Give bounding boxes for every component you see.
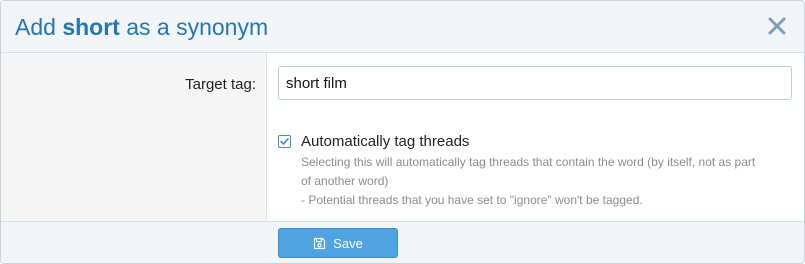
- close-button[interactable]: [765, 14, 789, 38]
- hint-line: - Potential threads that you have set to…: [301, 193, 643, 207]
- label-column: Target tag:: [1, 53, 267, 221]
- target-tag-label: Target tag:: [185, 76, 256, 93]
- auto-tag-checkbox[interactable]: [278, 135, 291, 148]
- save-icon: [313, 237, 326, 250]
- title-suffix: as a synonym: [119, 14, 269, 40]
- dialog-title: Add short as a synonym: [15, 13, 268, 41]
- dialog-header: Add short as a synonym: [1, 1, 804, 53]
- hint-line: of another word): [301, 174, 389, 188]
- target-tag-input[interactable]: [278, 66, 792, 100]
- form-body: Target tag: Automatically tag threads Se…: [1, 53, 804, 221]
- close-icon: [765, 14, 789, 38]
- title-term: short: [62, 14, 120, 40]
- synonym-dialog: Add short as a synonym Target tag: Autom…: [0, 0, 805, 264]
- save-button[interactable]: Save: [278, 228, 398, 258]
- auto-tag-hint: Selecting this will automatically tag th…: [301, 153, 781, 210]
- title-prefix: Add: [15, 14, 63, 40]
- auto-tag-label[interactable]: Automatically tag threads: [301, 133, 469, 150]
- dialog-footer: Save: [1, 221, 804, 263]
- hint-line: Selecting this will automatically tag th…: [301, 155, 756, 169]
- save-label: Save: [333, 235, 363, 251]
